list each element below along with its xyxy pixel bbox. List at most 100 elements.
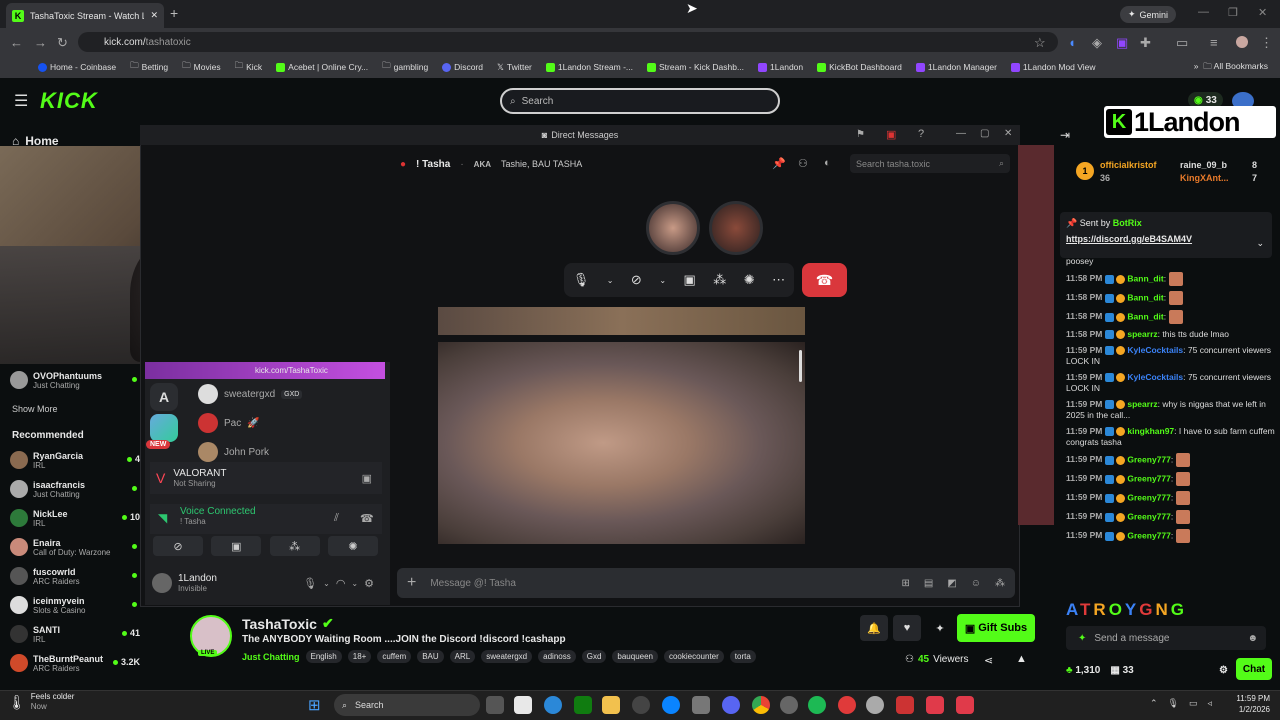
clock[interactable]: 11:59 PM 1/2/2026 — [1226, 693, 1270, 715]
chevron-down-icon[interactable]: ⌄ — [659, 276, 666, 285]
avatar[interactable] — [152, 573, 172, 593]
message-user[interactable]: spearrz — [1127, 329, 1157, 339]
app-icon[interactable] — [956, 696, 974, 714]
maximize-icon[interactable]: ▢ — [980, 128, 989, 139]
bookmark-folder[interactable]: 🗀 gambling — [382, 60, 428, 74]
video-feed-1[interactable] — [438, 307, 805, 335]
voice-user[interactable]: Pac 🚀 — [198, 413, 260, 433]
chevron-down-icon[interactable]: ⌄ — [607, 276, 614, 285]
guild-icon[interactable] — [150, 414, 178, 442]
chevron-up-icon[interactable]: ⌃ — [1150, 698, 1158, 709]
message-user[interactable]: Bann_dit — [1127, 292, 1163, 302]
gear-icon[interactable]: ⚙ — [364, 577, 374, 590]
stream-tag[interactable]: sweatergxd — [481, 650, 533, 663]
follow-heart-button[interactable]: ♥ — [893, 615, 921, 641]
sidepanel-icon[interactable]: ▭ — [1176, 35, 1188, 51]
report-icon[interactable]: ▲ — [1016, 653, 1027, 665]
voice-user[interactable]: sweatergxd GXD — [198, 384, 303, 404]
emoji-icon[interactable]: ☺ — [971, 578, 981, 589]
share-screen-icon[interactable]: ▣ — [362, 472, 372, 485]
stream-tag[interactable]: cuffem — [377, 650, 412, 663]
bookmark-item[interactable]: KickBot Dashboard — [817, 62, 902, 72]
scrollbar[interactable] — [799, 350, 802, 382]
message-input[interactable]: + Message @! Tasha ⊞ ▤ ◩ ☺ ⁂ — [397, 568, 1015, 598]
bookmark-folder[interactable]: 🗀 Betting — [130, 60, 168, 74]
soundboard-icon[interactable]: ✺ — [744, 272, 755, 288]
activities-icon[interactable]: ⁂ — [713, 272, 726, 288]
apps-icon[interactable]: ⁂ — [995, 578, 1005, 589]
headphones-icon[interactable]: ◠ — [336, 577, 346, 590]
forward-icon[interactable]: → — [34, 35, 47, 50]
message-user[interactable]: Greeny777 — [1127, 454, 1170, 464]
profile-icon[interactable]: ◐ — [824, 157, 831, 169]
browser-tab[interactable]: K TashaToxic Stream - Watch Live ✕ — [6, 3, 164, 28]
screen-share-button[interactable]: ▣ — [211, 536, 262, 556]
close-window-icon[interactable]: ✕ — [1258, 6, 1267, 19]
bookmark-item[interactable]: 1Landon Manager — [915, 62, 997, 72]
collapse-chat-icon[interactable]: ⇥ — [1060, 128, 1070, 142]
menu-kebab-icon[interactable]: ⋮ — [1260, 35, 1273, 51]
video-feed-2[interactable] — [438, 342, 805, 544]
extension-icon[interactable]: ◈ — [1092, 35, 1102, 51]
emoji-icon[interactable]: ☻ — [1247, 633, 1258, 644]
xbox-icon[interactable] — [574, 696, 592, 714]
taskbar-search[interactable]: ⌕ Search — [334, 694, 480, 716]
bookmark-folder[interactable]: 🗀 Movies — [182, 60, 220, 74]
bookmark-item[interactable]: 1Landon — [758, 62, 803, 72]
sidebar-channel[interactable]: NickLee IRL 10 — [10, 504, 140, 532]
close-icon[interactable]: ✕ — [1004, 128, 1012, 139]
chrome-icon[interactable] — [752, 696, 770, 714]
message-user[interactable]: KyleCocktails — [1127, 345, 1183, 355]
app-icon[interactable] — [838, 696, 856, 714]
message-user[interactable]: spearrz — [1127, 399, 1157, 409]
search-input[interactable]: ⌕ Search — [500, 88, 780, 114]
pin-icon[interactable]: 📌 — [772, 157, 786, 170]
camera-off-button[interactable]: ⊘ — [153, 536, 203, 556]
profile-avatar[interactable] — [1236, 36, 1248, 48]
bookmark-item[interactable]: 𝕏 Twitter — [497, 62, 532, 73]
message-user[interactable]: Greeny777 — [1127, 530, 1170, 540]
settings-icon[interactable] — [780, 696, 798, 714]
chevron-down-icon[interactable]: ⌄ — [351, 579, 358, 588]
guild-icon-a[interactable]: A — [150, 383, 178, 411]
noise-suppression-icon[interactable]: ⫽ — [334, 512, 339, 525]
stream-tag[interactable]: English — [305, 650, 342, 663]
sidebar-channel[interactable]: fuscowrld ARC Raiders — [10, 562, 140, 590]
store-icon[interactable] — [514, 696, 532, 714]
app-icon[interactable] — [662, 696, 680, 714]
screen-share-icon[interactable]: ▣ — [684, 272, 696, 288]
url-field[interactable]: kick.com/tashatoxic — [78, 32, 1058, 52]
spotify-icon[interactable] — [808, 696, 826, 714]
hamburger-menu-icon[interactable]: ☰ — [14, 91, 28, 111]
message-user[interactable]: KyleCocktails — [1127, 372, 1183, 382]
chat-send-input[interactable]: ✦ Send a message ☻ — [1066, 626, 1266, 650]
chevron-down-icon[interactable]: ⌄ — [323, 579, 330, 588]
share-icon[interactable]: ⋖ — [984, 654, 993, 667]
plus-icon[interactable]: + — [407, 574, 416, 592]
sidebar-channel[interactable]: TheBurntPeanut ARC Raiders 3.2K — [10, 649, 140, 677]
microphone-icon[interactable]: 🎙 — [303, 577, 317, 590]
help-icon[interactable]: ? — [918, 128, 924, 140]
microphone-icon[interactable]: 🎙 — [573, 272, 590, 288]
notification-bell-button[interactable]: 🔔 — [860, 615, 888, 641]
call-participant-avatar[interactable] — [646, 201, 700, 255]
network-icon[interactable]: ▭ — [1189, 698, 1198, 709]
gear-icon[interactable]: ⚙ — [1219, 665, 1228, 676]
soundboard-button[interactable]: ✺ — [327, 536, 378, 556]
sidebar-channel[interactable]: iceinmyvein Slots & Casino — [10, 591, 140, 619]
bookmark-folder[interactable]: 🗀 Kick — [235, 60, 263, 74]
call-participant-avatar[interactable] — [709, 201, 763, 255]
stream-tag[interactable]: 18+ — [347, 650, 372, 663]
message-user[interactable]: Greeny777 — [1127, 492, 1170, 502]
media-icon[interactable]: ≡ — [1210, 35, 1218, 50]
sidebar-channel[interactable]: SANTI IRL 41 — [10, 620, 140, 648]
gift-count[interactable]: ▦ 33 — [1110, 665, 1133, 676]
bookmark-item[interactable]: Home - Coinbase — [38, 62, 116, 72]
windows-start-icon[interactable]: ⊞ — [308, 696, 321, 714]
gift-subs-button[interactable]: ▣ Gift Subs — [957, 614, 1035, 642]
disconnect-icon[interactable]: ☎ — [360, 512, 374, 525]
bookmark-item[interactable]: Acebet | Online Cry... — [276, 62, 368, 72]
camera-off-icon[interactable]: ⊘ — [631, 272, 642, 288]
message-user[interactable]: Bann_dit — [1127, 273, 1163, 283]
minimize-icon[interactable]: — — [956, 128, 966, 139]
